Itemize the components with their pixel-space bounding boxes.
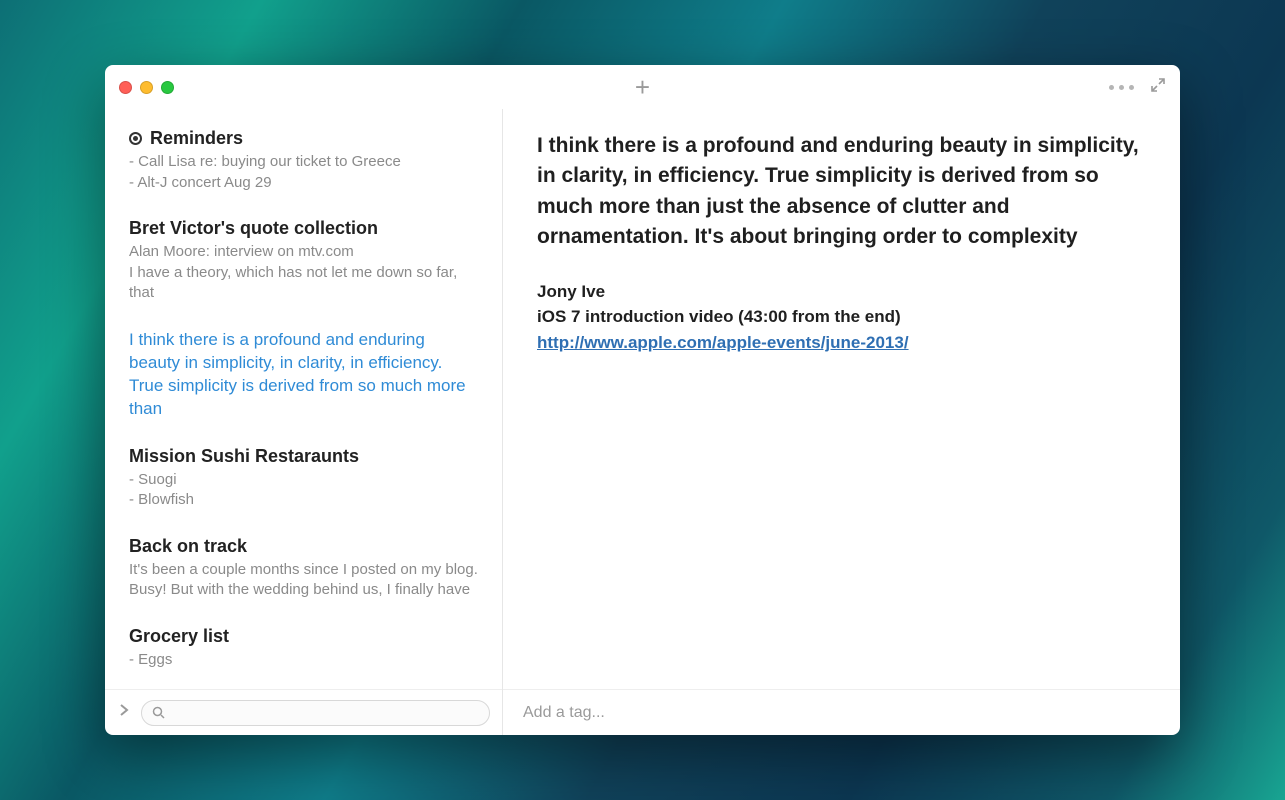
content-area: Reminders- Call Lisa re: buying our tick… [105, 109, 1180, 735]
note-list-item[interactable]: Reminders- Call Lisa re: buying our tick… [105, 127, 502, 217]
dot-icon [1109, 85, 1114, 90]
note-paragraph: I think there is a profound and enduring… [537, 131, 1146, 253]
zoom-window-button[interactable] [161, 81, 174, 94]
note-title: Back on track [129, 535, 247, 558]
note-author: Jony Ive [537, 279, 1146, 305]
sidebar-footer [105, 689, 502, 735]
note-link[interactable]: http://www.apple.com/apple-events/june-2… [537, 333, 909, 352]
close-window-button[interactable] [119, 81, 132, 94]
note-title-row: Bret Victor's quote collection [129, 217, 478, 240]
note-list-item[interactable]: I think there is a profound and enduring… [105, 329, 502, 445]
search-field[interactable] [141, 700, 490, 726]
note-title: Grocery list [129, 625, 229, 648]
dot-icon [1129, 85, 1134, 90]
note-preview: It's been a couple months since I posted… [129, 560, 478, 601]
app-window: + Reminders- Call Lisa re: buying our ti… [105, 65, 1180, 735]
note-title: Mission Sushi Restaraunts [129, 445, 359, 468]
note-source: iOS 7 introduction video (43:00 from the… [537, 304, 1146, 330]
minimize-window-button[interactable] [140, 81, 153, 94]
note-preview: I think there is a profound and enduring… [129, 329, 478, 421]
note-list-item[interactable]: Back on trackIt's been a couple months s… [105, 535, 502, 625]
editor-pane: I think there is a profound and enduring… [503, 109, 1180, 735]
note-list-item[interactable]: Grocery list- Eggs [105, 625, 502, 689]
editor-footer [503, 689, 1180, 735]
reminder-bullet-icon [129, 132, 142, 145]
search-input[interactable] [171, 705, 479, 721]
new-note-button[interactable]: + [635, 74, 650, 100]
note-list-item[interactable]: Bret Victor's quote collectionAlan Moore… [105, 217, 502, 327]
note-title-row: Grocery list [129, 625, 478, 648]
note-title: Reminders [150, 127, 243, 150]
sidebar-expand-button[interactable] [117, 703, 131, 722]
note-title-row: Back on track [129, 535, 478, 558]
tag-input[interactable] [523, 704, 1160, 722]
note-list: Reminders- Call Lisa re: buying our tick… [105, 109, 502, 689]
note-list-item[interactable]: Mission Sushi Restaraunts- Suogi - Blowf… [105, 445, 502, 535]
note-preview: - Suogi - Blowfish [129, 470, 478, 511]
note-title-row: Reminders [129, 127, 478, 150]
fullscreen-toggle-button[interactable] [1150, 77, 1166, 98]
note-preview: - Call Lisa re: buying our ticket to Gre… [129, 152, 478, 193]
more-menu-button[interactable] [1109, 85, 1134, 90]
window-controls [119, 81, 174, 94]
editor-body[interactable]: I think there is a profound and enduring… [503, 109, 1180, 689]
note-preview: - Eggs [129, 650, 478, 670]
titlebar: + [105, 65, 1180, 109]
note-preview: Alan Moore: interview on mtv.com I have … [129, 242, 478, 303]
dot-icon [1119, 85, 1124, 90]
sidebar: Reminders- Call Lisa re: buying our tick… [105, 109, 503, 735]
note-title: Bret Victor's quote collection [129, 217, 378, 240]
note-meta: Jony Ive iOS 7 introduction video (43:00… [537, 279, 1146, 356]
note-title-row: Mission Sushi Restaraunts [129, 445, 478, 468]
search-icon [152, 706, 165, 719]
